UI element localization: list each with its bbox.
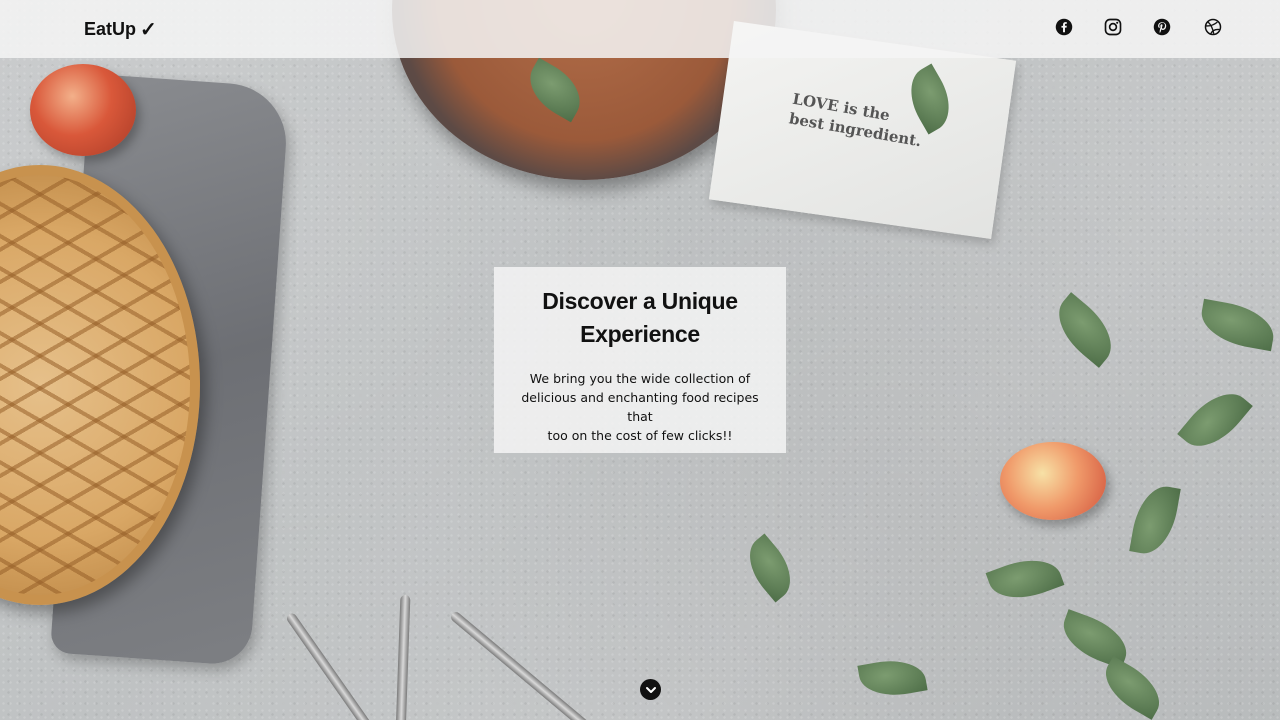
hero-text-line-2: delicious and enchanting food recipes th…: [521, 390, 759, 424]
scroll-down-button[interactable]: [640, 679, 661, 700]
site-header: EatUp ✓: [0, 0, 1280, 58]
instagram-icon: [1104, 18, 1122, 36]
hero-description: We bring you the wide collection of deli…: [508, 369, 772, 445]
pinterest-link[interactable]: [1151, 16, 1173, 38]
chevron-down-icon: [645, 686, 656, 693]
brand-logo-link[interactable]: EatUp ✓: [84, 17, 157, 42]
hero-text-line-3: too on the cost of few clicks!!: [547, 428, 733, 443]
dribbble-link[interactable]: [1202, 16, 1224, 38]
facebook-icon: [1055, 18, 1073, 36]
hero-title-line-1: Discover a Unique: [542, 288, 738, 314]
pinterest-icon: [1153, 18, 1171, 36]
yellow-red-apple: [1000, 442, 1106, 520]
brand-check-mark: ✓: [140, 19, 157, 41]
hero-text-line-1: We bring you the wide collection of: [529, 371, 751, 386]
red-apple: [30, 64, 136, 156]
facebook-link[interactable]: [1053, 16, 1075, 38]
instagram-link[interactable]: [1102, 16, 1124, 38]
brand-name: EatUp: [84, 19, 137, 39]
dribbble-icon: [1204, 18, 1222, 36]
hero-title: Discover a Unique Experience: [508, 285, 772, 351]
hero-card: Discover a Unique Experience We bring yo…: [494, 267, 786, 453]
hero-title-line-2: Experience: [580, 321, 700, 347]
